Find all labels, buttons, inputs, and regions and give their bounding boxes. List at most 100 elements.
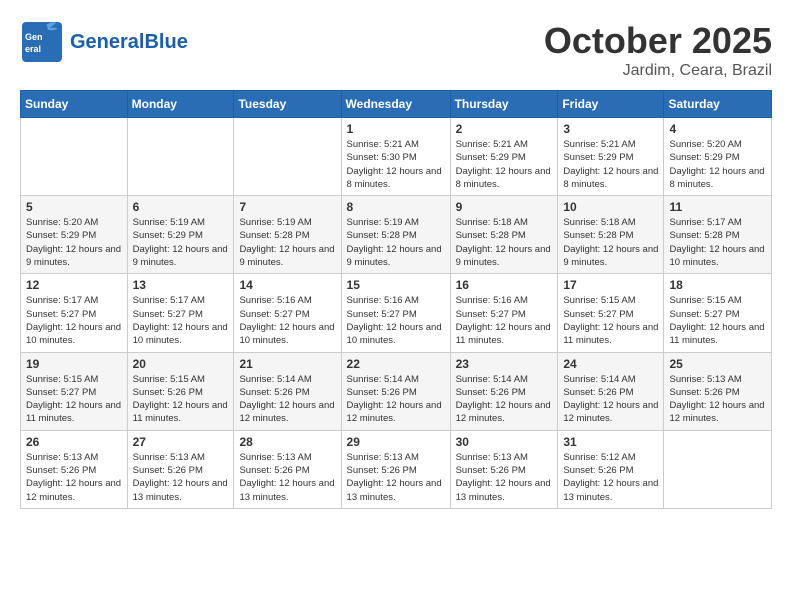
- sunset: Sunset: 5:27 PM: [347, 309, 417, 320]
- day-info: Sunrise: 5:14 AM Sunset: 5:26 PM Dayligh…: [456, 373, 553, 426]
- day-number: 3: [563, 122, 658, 136]
- sunrise: Sunrise: 5:16 AM: [347, 295, 419, 306]
- day-header-monday: Monday: [127, 91, 234, 118]
- day-info: Sunrise: 5:19 AM Sunset: 5:29 PM Dayligh…: [133, 216, 229, 269]
- calendar-cell: 16 Sunrise: 5:16 AM Sunset: 5:27 PM Dayl…: [450, 274, 558, 352]
- daylight: Daylight: 12 hours and 9 minutes.: [563, 244, 658, 268]
- day-number: 26: [26, 435, 122, 449]
- calendar-cell: [127, 118, 234, 196]
- day-info: Sunrise: 5:20 AM Sunset: 5:29 PM Dayligh…: [669, 138, 766, 191]
- day-number: 14: [239, 278, 335, 292]
- day-header-friday: Friday: [558, 91, 664, 118]
- sunset: Sunset: 5:26 PM: [347, 387, 417, 398]
- sunrise: Sunrise: 5:14 AM: [456, 374, 528, 385]
- location-title: Jardim, Ceara, Brazil: [544, 62, 772, 80]
- sunset: Sunset: 5:26 PM: [26, 465, 96, 476]
- calendar-cell: 1 Sunrise: 5:21 AM Sunset: 5:30 PM Dayli…: [341, 118, 450, 196]
- calendar-cell: 25 Sunrise: 5:13 AM Sunset: 5:26 PM Dayl…: [664, 352, 772, 430]
- day-number: 19: [26, 357, 122, 371]
- day-header-sunday: Sunday: [21, 91, 128, 118]
- day-number: 13: [133, 278, 229, 292]
- day-info: Sunrise: 5:14 AM Sunset: 5:26 PM Dayligh…: [347, 373, 445, 426]
- day-info: Sunrise: 5:13 AM Sunset: 5:26 PM Dayligh…: [669, 373, 766, 426]
- calendar-week-row: 12 Sunrise: 5:17 AM Sunset: 5:27 PM Dayl…: [21, 274, 772, 352]
- sunrise: Sunrise: 5:17 AM: [26, 295, 98, 306]
- daylight: Daylight: 12 hours and 8 minutes.: [669, 166, 764, 190]
- calendar-cell: 28 Sunrise: 5:13 AM Sunset: 5:26 PM Dayl…: [234, 430, 341, 508]
- sunset: Sunset: 5:27 PM: [669, 309, 739, 320]
- logo-general: General: [70, 31, 144, 53]
- day-number: 12: [26, 278, 122, 292]
- daylight: Daylight: 12 hours and 13 minutes.: [347, 478, 442, 502]
- day-info: Sunrise: 5:15 AM Sunset: 5:27 PM Dayligh…: [26, 373, 122, 426]
- day-info: Sunrise: 5:21 AM Sunset: 5:30 PM Dayligh…: [347, 138, 445, 191]
- calendar-cell: 13 Sunrise: 5:17 AM Sunset: 5:27 PM Dayl…: [127, 274, 234, 352]
- sunrise: Sunrise: 5:17 AM: [669, 217, 741, 228]
- daylight: Daylight: 12 hours and 9 minutes.: [239, 244, 334, 268]
- calendar-cell: 10 Sunrise: 5:18 AM Sunset: 5:28 PM Dayl…: [558, 196, 664, 274]
- day-number: 20: [133, 357, 229, 371]
- sunrise: Sunrise: 5:18 AM: [563, 217, 635, 228]
- day-number: 4: [669, 122, 766, 136]
- day-number: 16: [456, 278, 553, 292]
- sunset: Sunset: 5:26 PM: [133, 387, 203, 398]
- daylight: Daylight: 12 hours and 9 minutes.: [347, 244, 442, 268]
- day-number: 27: [133, 435, 229, 449]
- day-info: Sunrise: 5:12 AM Sunset: 5:26 PM Dayligh…: [563, 451, 658, 504]
- sunrise: Sunrise: 5:21 AM: [347, 139, 419, 150]
- calendar-cell: 19 Sunrise: 5:15 AM Sunset: 5:27 PM Dayl…: [21, 352, 128, 430]
- sunrise: Sunrise: 5:13 AM: [456, 452, 528, 463]
- day-number: 24: [563, 357, 658, 371]
- daylight: Daylight: 12 hours and 13 minutes.: [563, 478, 658, 502]
- page-header: Gen eral GeneralBlue October 2025 Jardim…: [20, 20, 772, 80]
- calendar-cell: 4 Sunrise: 5:20 AM Sunset: 5:29 PM Dayli…: [664, 118, 772, 196]
- day-info: Sunrise: 5:13 AM Sunset: 5:26 PM Dayligh…: [347, 451, 445, 504]
- day-number: 18: [669, 278, 766, 292]
- title-block: October 2025 Jardim, Ceara, Brazil: [544, 20, 772, 80]
- sunset: Sunset: 5:27 PM: [133, 309, 203, 320]
- calendar-cell: 7 Sunrise: 5:19 AM Sunset: 5:28 PM Dayli…: [234, 196, 341, 274]
- sunset: Sunset: 5:27 PM: [239, 309, 309, 320]
- daylight: Daylight: 12 hours and 12 minutes.: [239, 400, 334, 424]
- logo-icon: Gen eral: [20, 20, 64, 64]
- day-number: 2: [456, 122, 553, 136]
- sunset: Sunset: 5:29 PM: [133, 230, 203, 241]
- sunset: Sunset: 5:26 PM: [347, 465, 417, 476]
- sunrise: Sunrise: 5:12 AM: [563, 452, 635, 463]
- daylight: Daylight: 12 hours and 8 minutes.: [563, 166, 658, 190]
- sunset: Sunset: 5:27 PM: [26, 387, 96, 398]
- sunrise: Sunrise: 5:21 AM: [456, 139, 528, 150]
- day-number: 28: [239, 435, 335, 449]
- daylight: Daylight: 12 hours and 13 minutes.: [133, 478, 228, 502]
- calendar-week-row: 5 Sunrise: 5:20 AM Sunset: 5:29 PM Dayli…: [21, 196, 772, 274]
- day-info: Sunrise: 5:20 AM Sunset: 5:29 PM Dayligh…: [26, 216, 122, 269]
- day-number: 30: [456, 435, 553, 449]
- day-number: 10: [563, 200, 658, 214]
- day-number: 7: [239, 200, 335, 214]
- daylight: Daylight: 12 hours and 9 minutes.: [133, 244, 228, 268]
- day-number: 29: [347, 435, 445, 449]
- day-info: Sunrise: 5:17 AM Sunset: 5:27 PM Dayligh…: [133, 294, 229, 347]
- sunset: Sunset: 5:27 PM: [456, 309, 526, 320]
- sunrise: Sunrise: 5:13 AM: [239, 452, 311, 463]
- day-info: Sunrise: 5:16 AM Sunset: 5:27 PM Dayligh…: [456, 294, 553, 347]
- logo: Gen eral GeneralBlue: [20, 20, 188, 64]
- calendar-cell: 6 Sunrise: 5:19 AM Sunset: 5:29 PM Dayli…: [127, 196, 234, 274]
- sunset: Sunset: 5:26 PM: [239, 465, 309, 476]
- sunrise: Sunrise: 5:14 AM: [563, 374, 635, 385]
- day-number: 15: [347, 278, 445, 292]
- sunrise: Sunrise: 5:20 AM: [26, 217, 98, 228]
- calendar-table: SundayMondayTuesdayWednesdayThursdayFrid…: [20, 90, 772, 509]
- day-number: 9: [456, 200, 553, 214]
- day-number: 23: [456, 357, 553, 371]
- day-info: Sunrise: 5:13 AM Sunset: 5:26 PM Dayligh…: [26, 451, 122, 504]
- day-number: 21: [239, 357, 335, 371]
- daylight: Daylight: 12 hours and 9 minutes.: [456, 244, 551, 268]
- sunrise: Sunrise: 5:13 AM: [669, 374, 741, 385]
- day-info: Sunrise: 5:17 AM Sunset: 5:27 PM Dayligh…: [26, 294, 122, 347]
- logo-blue: Blue: [144, 31, 187, 53]
- sunset: Sunset: 5:28 PM: [347, 230, 417, 241]
- sunrise: Sunrise: 5:15 AM: [669, 295, 741, 306]
- day-info: Sunrise: 5:13 AM Sunset: 5:26 PM Dayligh…: [239, 451, 335, 504]
- calendar-cell: [664, 430, 772, 508]
